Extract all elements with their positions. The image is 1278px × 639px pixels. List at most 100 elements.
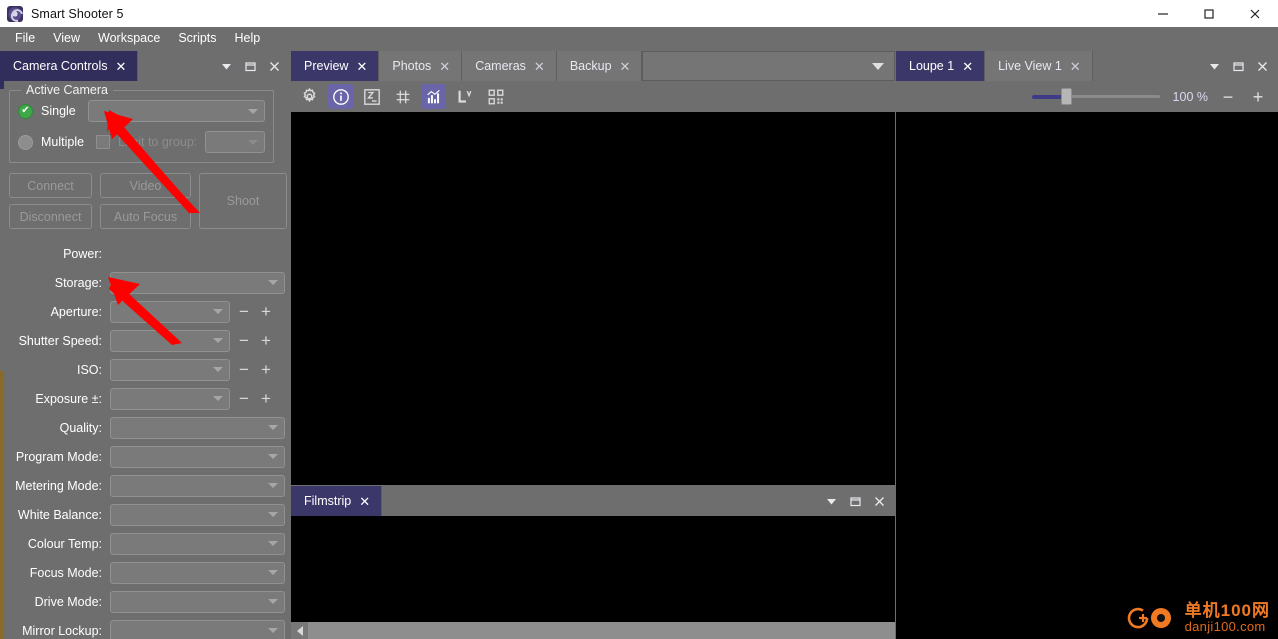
chevron-down-icon[interactable] [826,496,837,507]
limit-to-group-select[interactable] [205,131,265,153]
menu-item-workspace[interactable]: Workspace [89,28,169,48]
tab-photos[interactable]: Photos ✕ [379,51,463,81]
float-panel-icon[interactable] [850,496,861,507]
aperture-increment-button[interactable]: + [258,302,274,322]
field-aperture: Aperture: − + [0,297,274,326]
menu-item-file[interactable]: File [6,28,44,48]
zoom-out-button[interactable]: − [1218,87,1238,107]
colour-temp-select[interactable] [110,532,285,555]
tabbar-overflow-button[interactable] [642,51,895,81]
tab-camera-controls[interactable]: Camera Controls ✕ [0,51,139,81]
exposure-compensation-icon[interactable] [359,84,384,109]
tab-backup[interactable]: Backup ✕ [556,51,643,81]
tab-preview-label: Preview [304,59,349,73]
chevron-down-icon [268,599,278,604]
grid-overlay-icon[interactable] [390,84,415,109]
shutter-speed-increment-button[interactable]: + [258,331,274,351]
disconnect-button[interactable]: Disconnect [9,204,92,229]
chevron-down-icon [268,280,278,285]
filmstrip-pane: Filmstrip ✕ [291,485,895,639]
camera-controls-panel-controls [213,51,290,81]
metering-mode-select[interactable] [110,474,285,497]
mirror-lockup-select[interactable] [110,619,285,639]
close-icon[interactable]: ✕ [962,60,973,73]
close-icon[interactable]: ✕ [1070,60,1081,73]
tab-cameras[interactable]: Cameras ✕ [462,51,557,81]
histogram-chart-icon[interactable] [421,84,446,109]
radio-single[interactable]: ✔ [18,103,33,119]
storage-select[interactable] [110,271,285,294]
field-storage-label: Storage: [54,275,102,290]
chevron-down-icon[interactable] [221,61,232,72]
menu-item-view[interactable]: View [44,28,89,48]
minimize-button[interactable] [1140,0,1186,27]
auto-focus-button[interactable]: Auto Focus [100,204,191,229]
chevron-down-icon [213,367,223,372]
exposure-increment-button[interactable]: + [258,389,274,409]
single-camera-select[interactable] [87,100,265,122]
float-panel-icon[interactable] [245,61,256,72]
field-metering-mode-label: Metering Mode: [15,478,102,493]
iso-increment-button[interactable]: + [258,360,274,380]
aperture-decrement-button[interactable]: − [236,302,252,322]
video-button[interactable]: Video [100,173,191,198]
filmstrip-horizontal-scrollbar[interactable] [291,622,895,639]
close-icon[interactable]: ✕ [439,60,450,73]
float-panel-icon[interactable] [1233,61,1244,72]
menu-item-scripts[interactable]: Scripts [169,28,225,48]
preview-canvas[interactable] [291,112,895,485]
shutter-speed-select[interactable] [110,329,230,352]
settings-gear-icon[interactable] [297,84,322,109]
shoot-button[interactable]: Shoot [199,173,287,229]
chevron-down-icon [248,108,258,114]
scroll-left-arrow-icon[interactable] [291,622,308,639]
tab-loupe-1[interactable]: Loupe 1 ✕ [896,51,986,81]
drive-mode-select[interactable] [110,590,285,613]
field-power: Power: [0,239,274,268]
chevron-down-icon[interactable] [1209,61,1220,72]
tab-filmstrip[interactable]: Filmstrip ✕ [291,486,383,516]
shutter-speed-decrement-button[interactable]: − [236,331,252,351]
exposure-decrement-button[interactable]: − [236,389,252,409]
close-icon[interactable] [269,61,280,72]
close-icon[interactable]: ✕ [534,60,545,73]
multiple-camera-row: Multiple Limit to group: [18,131,265,153]
zoom-slider[interactable] [1032,88,1160,106]
exposure-select[interactable] [110,387,230,410]
maximize-button[interactable] [1186,0,1232,27]
close-icon[interactable]: ✕ [620,60,631,73]
close-icon[interactable]: ✕ [115,60,126,73]
program-mode-select[interactable] [110,445,285,468]
live-view-icon[interactable] [452,84,477,109]
close-icon[interactable] [1257,61,1268,72]
close-icon[interactable]: ✕ [356,60,367,73]
dock-edge-strip [0,81,4,639]
close-icon[interactable] [874,496,885,507]
close-button[interactable] [1232,0,1278,27]
zoom-slider-handle[interactable] [1061,88,1072,105]
close-icon[interactable]: ✕ [359,495,370,508]
focus-mode-select[interactable] [110,561,285,584]
filmstrip-canvas[interactable] [291,516,895,639]
center-dock: Preview ✕ Photos ✕ Cameras ✕ Backup ✕ Fi… [291,50,895,639]
radio-multiple[interactable] [18,134,33,150]
qr-code-icon[interactable] [483,84,508,109]
check-icon: ✔ [21,105,30,116]
filmstrip-panel-controls [818,486,895,516]
iso-decrement-button[interactable]: − [236,360,252,380]
limit-to-group-checkbox[interactable] [96,135,111,149]
loupe-zoom-toolbar: 100 % − + [896,81,1278,112]
single-camera-row: ✔ Single [18,100,265,122]
menu-item-help[interactable]: Help [226,28,270,48]
tab-preview[interactable]: Preview ✕ [291,51,380,81]
quality-select[interactable] [110,416,285,439]
loupe-canvas[interactable] [896,112,1278,639]
white-balance-select[interactable] [110,503,285,526]
info-circle-icon[interactable] [328,84,353,109]
connect-button[interactable]: Connect [9,173,92,198]
field-focus-mode: Focus Mode: [0,558,285,587]
zoom-in-button[interactable]: + [1248,87,1268,107]
tab-live-view-1[interactable]: Live View 1 ✕ [985,51,1093,81]
aperture-select[interactable] [110,300,230,323]
iso-select[interactable] [110,358,230,381]
